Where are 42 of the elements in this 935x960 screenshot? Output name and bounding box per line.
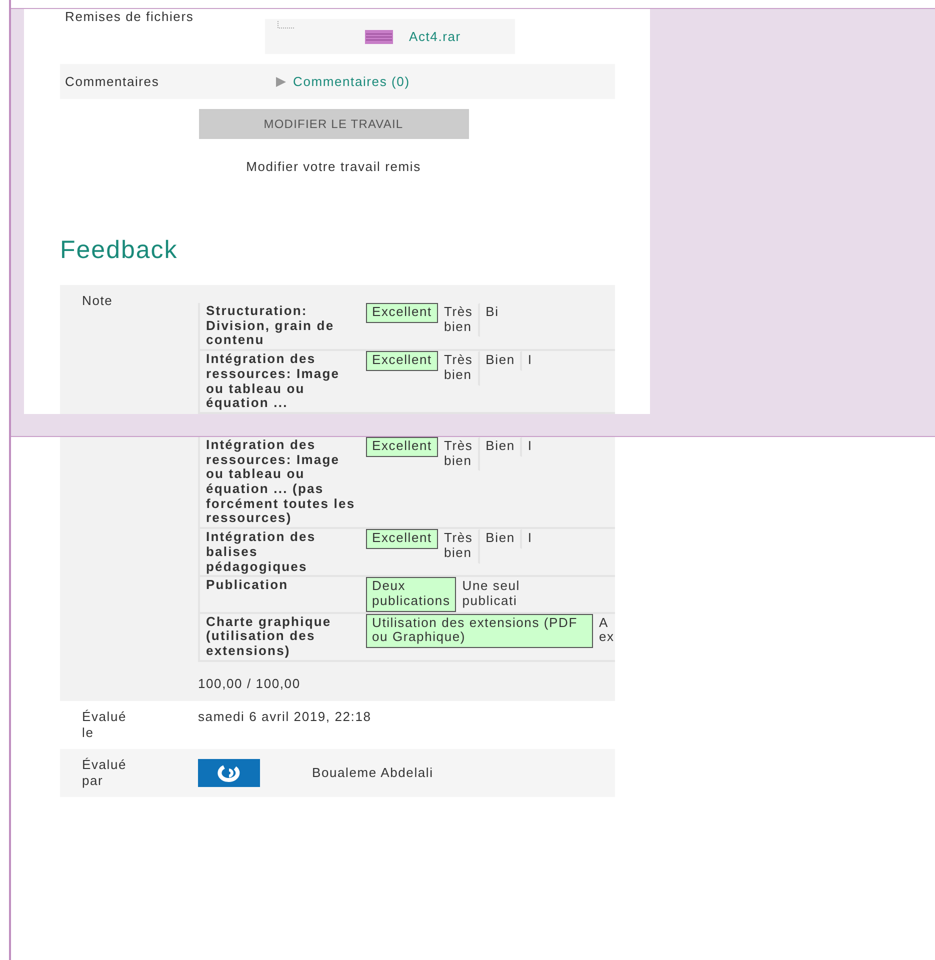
level-cell[interactable]: I <box>522 351 538 371</box>
level-cell[interactable]: Très bien <box>438 303 480 338</box>
level-cell[interactable]: Excellent <box>366 351 438 371</box>
file-link[interactable]: Act4.rar <box>409 29 461 44</box>
row-label: Évalué le <box>82 708 128 741</box>
grade-label: Note <box>82 293 113 308</box>
grade-total: 100,00 / 100,00 <box>198 676 300 691</box>
row-label: Remises de fichiers <box>65 9 194 25</box>
criterion-cell-text: Intégration des ressources: Image ou tableau ou équation ... (pas forcément toutes les ressources) <box>205 436 356 528</box>
grader-name: Boualeme Abdelali <box>312 765 434 780</box>
edit-submission-button[interactable]: MODIFIER LE TRAVAIL <box>198 109 468 139</box>
criterion-cell-text: Intégration des balises pédagogiques <box>205 529 317 576</box>
level-cell[interactable]: A ex <box>593 614 615 648</box>
expand-triangle-icon[interactable] <box>275 76 287 88</box>
tree-line-icon <box>277 21 295 29</box>
level-cell[interactable]: Excellent <box>366 436 438 457</box>
level-cell[interactable]: Bi <box>480 303 504 323</box>
level-cell[interactable]: I <box>522 436 538 457</box>
level-cell[interactable]: Bien <box>480 436 522 457</box>
level-cell[interactable]: Très bien <box>438 529 480 564</box>
button-caption: Modifier votre travail remis <box>245 159 422 174</box>
level-cell[interactable]: Bien <box>480 529 522 549</box>
comments-link[interactable]: Commentaires (0) <box>293 74 410 89</box>
row-label: Commentaires <box>64 72 160 90</box>
level-cell[interactable]: Excellent <box>366 529 438 549</box>
avatar-icon <box>198 758 260 787</box>
row-label: Évalué par <box>82 756 128 789</box>
criterion-cell-text: Structuration: Division, grain de contenu <box>205 303 336 350</box>
criterion-cell-text: Charte graphique (utilisation des extensions) <box>205 614 332 660</box>
archive-icon <box>365 28 393 44</box>
graded-date: samedi 6 avril 2019, 22:18 <box>198 708 372 726</box>
level-cell[interactable]: Deux publications <box>366 577 456 612</box>
level-cell[interactable]: Excellent <box>366 303 438 323</box>
level-cell[interactable]: Utilisation des extensions (PDF ou Graphique) <box>366 614 593 648</box>
level-cell[interactable]: Très bien <box>438 436 480 472</box>
level-cell[interactable]: Très bien <box>438 351 480 386</box>
level-cell[interactable]: Bien <box>480 351 522 371</box>
criterion-cell-text: Intégration des ressources: Image ou tableau ou équation ... <box>205 351 341 412</box>
section-heading: Feedback <box>60 236 179 265</box>
level-cell[interactable]: Une seul publicati <box>456 577 525 612</box>
level-cell[interactable]: I <box>522 529 538 549</box>
criterion-cell-text: Publication <box>205 577 290 594</box>
